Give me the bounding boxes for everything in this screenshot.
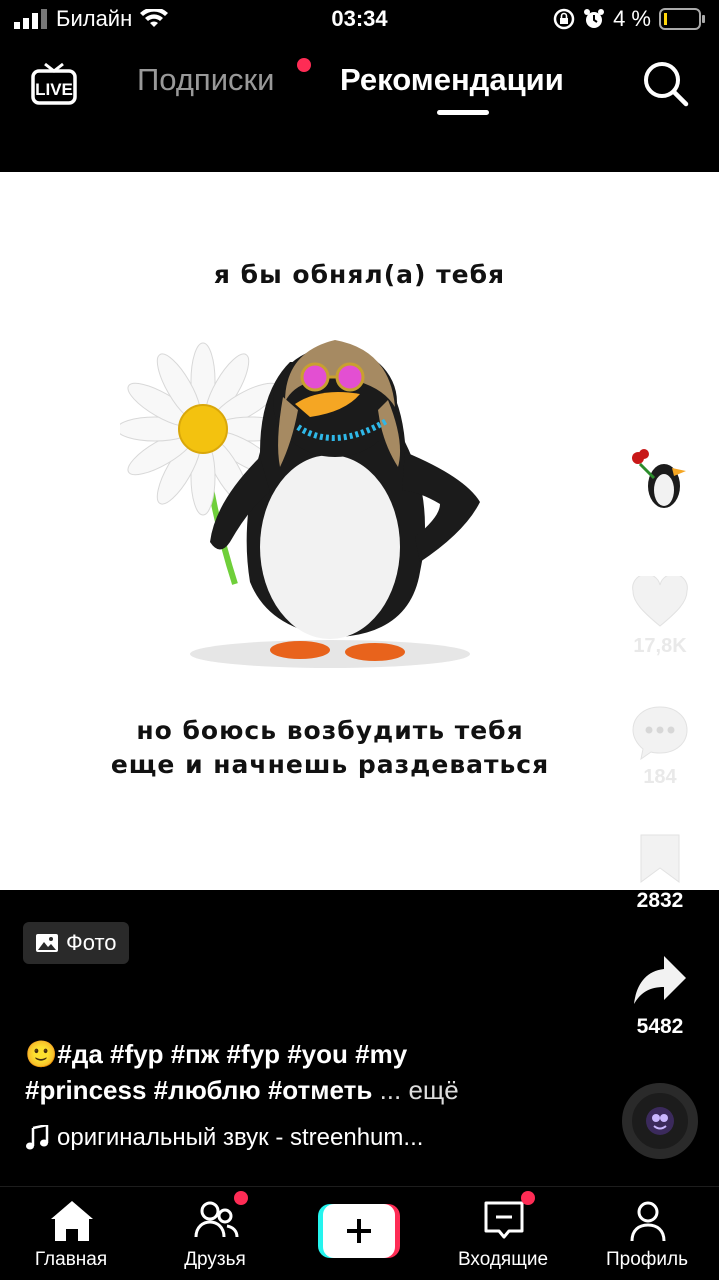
alarm-icon	[584, 9, 605, 28]
like-button[interactable]: 17,8K	[615, 573, 705, 658]
create-button[interactable]	[318, 1204, 400, 1258]
search-button[interactable]	[640, 58, 690, 108]
comment-button[interactable]: 184	[615, 705, 705, 789]
photo-badge-label: Фото	[66, 930, 117, 955]
bottom-navigation: Главная Друзья Входящие Профиль	[0, 1186, 719, 1280]
save-button[interactable]	[615, 832, 705, 889]
live-tv-icon: LIVE	[31, 62, 77, 105]
bookmark-icon	[640, 834, 680, 883]
image-caption-bottom-line1: но боюсь возбудить тебя	[136, 716, 524, 745]
comment-icon	[632, 706, 688, 761]
nav-friends[interactable]: Друзья	[150, 1187, 280, 1280]
inbox-notification-dot	[521, 1191, 535, 1205]
nav-home[interactable]: Главная	[6, 1187, 136, 1280]
penguin-with-daisy-image	[120, 340, 480, 668]
nav-profile[interactable]: Профиль	[582, 1187, 712, 1280]
description-line1: 🙂#да #fyp #пж #fyp #you #my	[25, 1039, 408, 1069]
description-line2: #princess #люблю #отметь	[25, 1075, 373, 1105]
nav-inbox-label: Входящие	[457, 1249, 549, 1270]
photo-badge: Фото	[23, 922, 129, 964]
notification-dot	[297, 58, 311, 72]
nav-home-label: Главная	[34, 1249, 108, 1270]
nav-friends-label: Друзья	[184, 1249, 246, 1270]
battery-icon	[659, 8, 705, 30]
image-caption-bottom: но боюсь возбудить тебя еще и начнешь ра…	[0, 714, 660, 782]
search-icon	[644, 62, 689, 107]
tab-for-you[interactable]: Рекомендации	[340, 62, 564, 98]
inbox-icon	[484, 1201, 524, 1239]
save-count: 2832	[636, 889, 684, 912]
nav-inbox[interactable]: Входящие	[438, 1187, 568, 1280]
comment-count: 184	[643, 766, 677, 788]
heart-icon	[632, 573, 688, 627]
live-button[interactable]: LIVE	[30, 58, 78, 106]
profile-icon	[630, 1201, 666, 1242]
active-tab-indicator	[437, 110, 489, 115]
post-image[interactable]: я бы обнял(а) тебя но боюсь возбудить те…	[0, 172, 719, 890]
post-description[interactable]: 🙂#да #fyp #пж #fyp #you #my #princess #л…	[25, 1036, 585, 1108]
sound-disc[interactable]	[622, 1083, 698, 1159]
battery-percent: 4 %	[613, 6, 651, 31]
sound-name: оригинальный звук - streenhum...	[57, 1124, 424, 1151]
share-button[interactable]: 5482	[615, 954, 705, 1039]
rotation-lock-icon	[553, 8, 575, 30]
status-bar: Билайн 03:34 4 %	[0, 0, 719, 40]
more-button[interactable]: ... ещё	[380, 1075, 459, 1105]
share-arrow-icon	[634, 956, 686, 1004]
nav-profile-label: Профиль	[605, 1249, 689, 1270]
photo-icon	[36, 934, 58, 952]
creator-avatar[interactable]	[624, 444, 696, 514]
like-count: 17,8K	[633, 635, 687, 657]
image-caption-top: я бы обнял(а) тебя	[213, 260, 506, 289]
friends-notification-dot	[234, 1191, 248, 1205]
friends-icon	[194, 1201, 239, 1238]
live-label: LIVE	[35, 80, 73, 99]
image-caption-bottom-line2: еще и начнешь раздеваться	[110, 750, 550, 779]
sound-cover-icon	[646, 1107, 674, 1135]
share-count: 5482	[636, 1015, 684, 1038]
music-note-icon	[26, 1125, 49, 1150]
sound-row[interactable]: оригинальный звук - streenhum...	[25, 1124, 423, 1152]
tab-following[interactable]: Подписки	[137, 62, 274, 98]
top-navigation: LIVE Подписки Рекомендации	[0, 40, 719, 130]
home-icon	[51, 1201, 93, 1241]
